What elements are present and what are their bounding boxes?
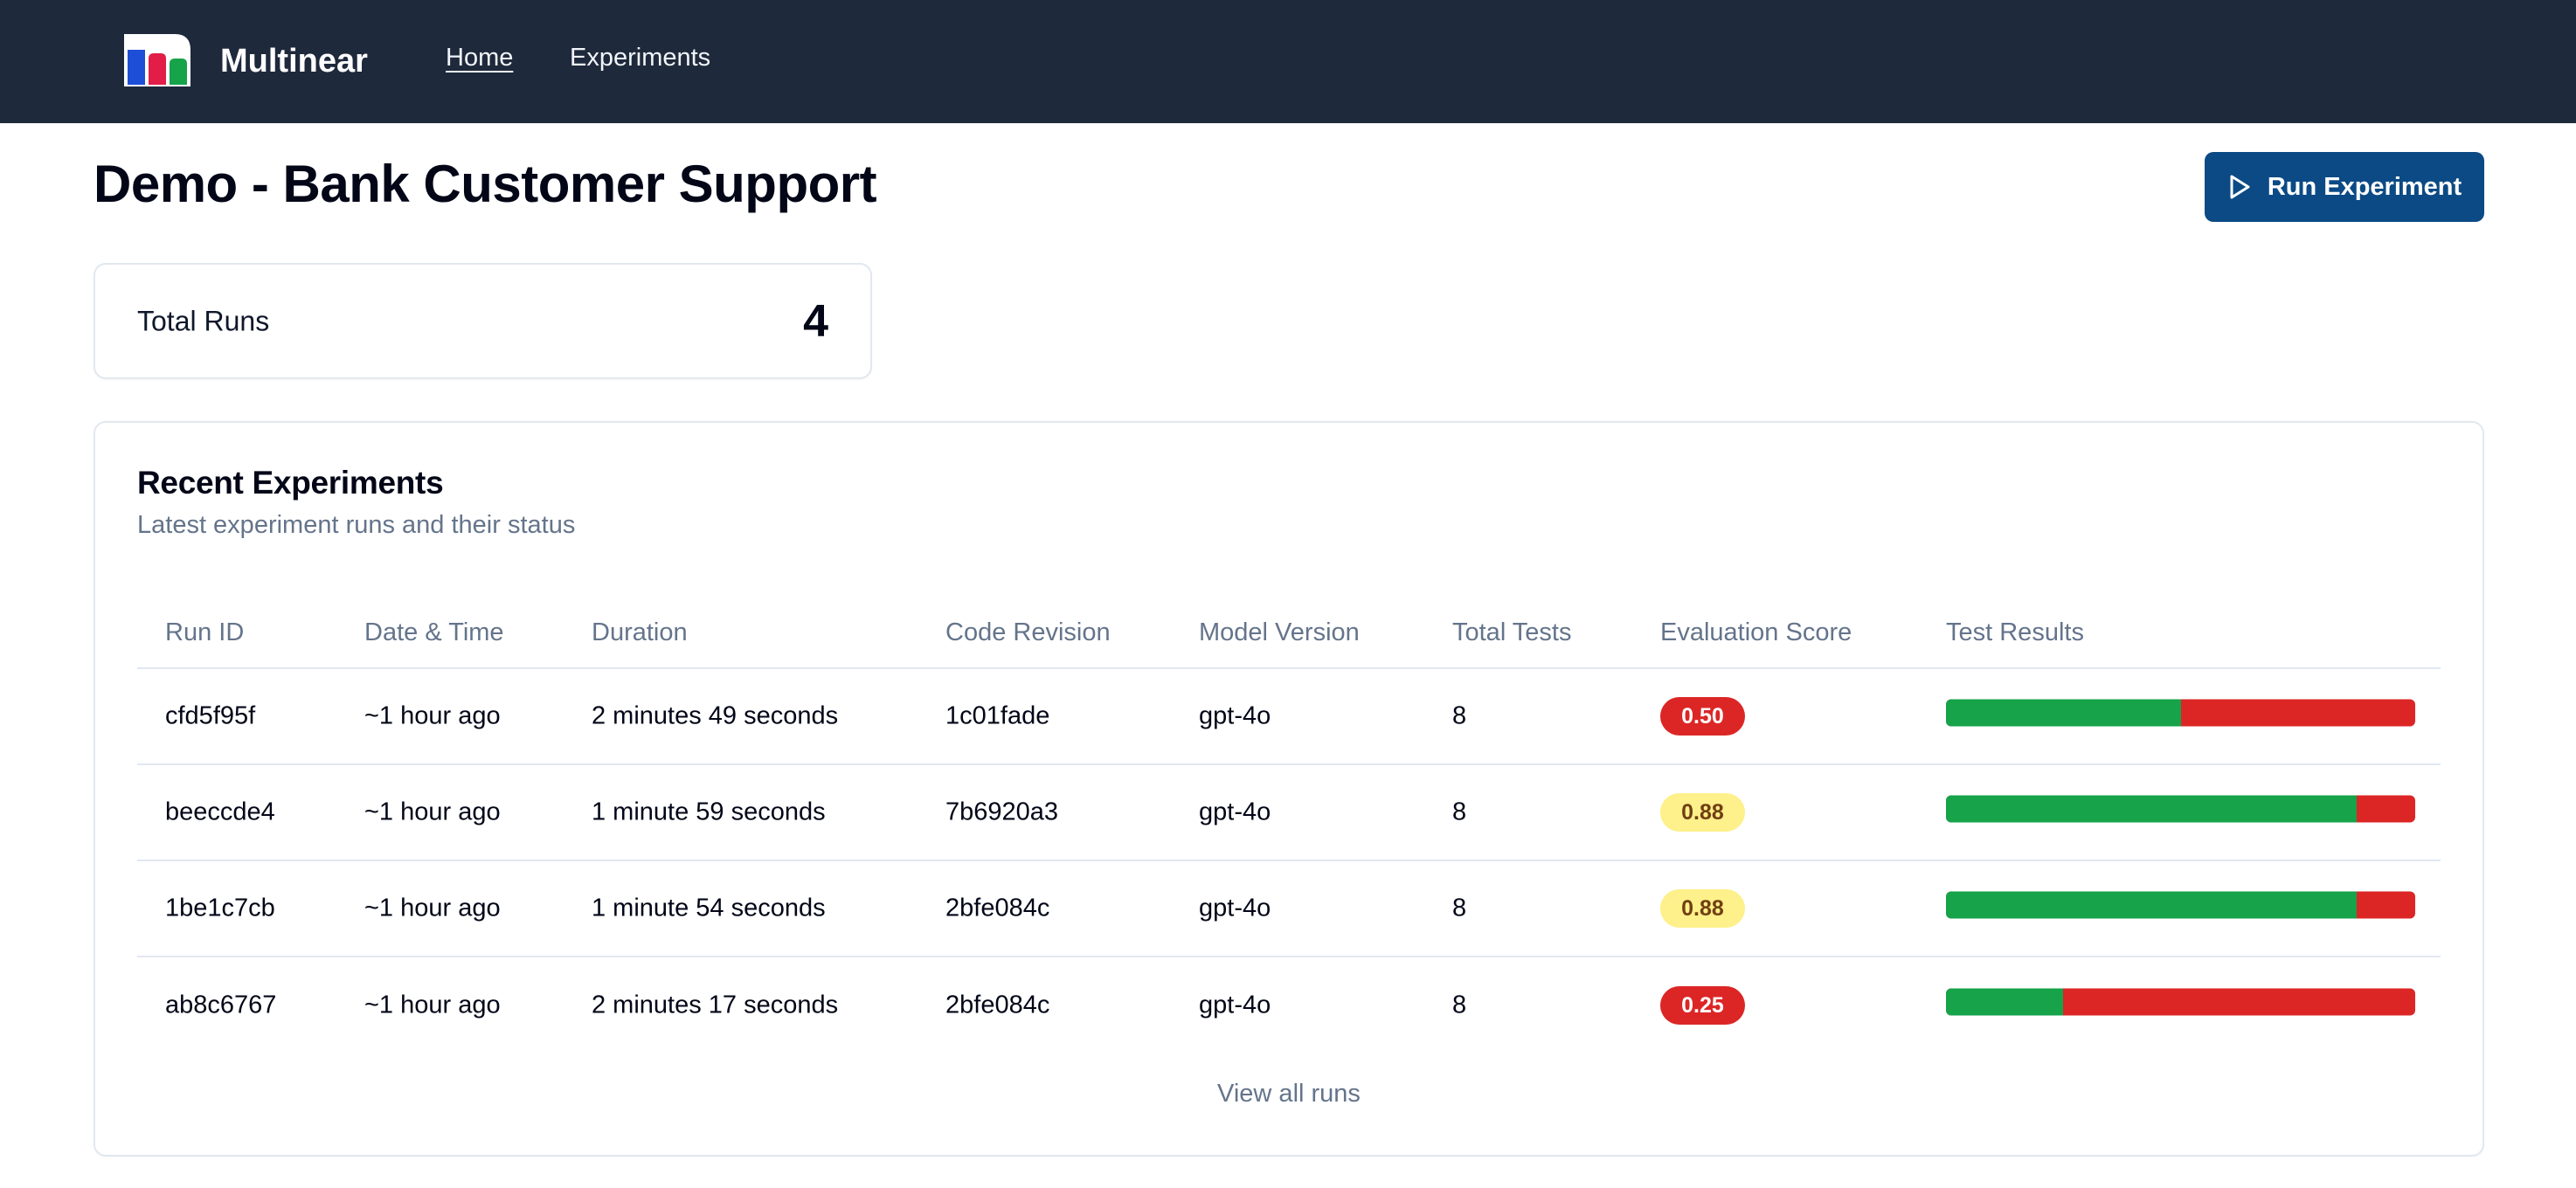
- total-tests-cell: 8: [1452, 991, 1467, 1019]
- model-version-cell: gpt-4o: [1199, 798, 1271, 826]
- table-header: Run ID Date & Time Duration Code Revisio…: [137, 597, 2441, 669]
- date-cell: ~1 hour ago: [364, 894, 501, 922]
- duration-cell: 1 minute 59 seconds: [592, 798, 826, 826]
- total-runs-card: Total Runs 4: [93, 263, 872, 379]
- score-badge: 0.25: [1660, 986, 1745, 1025]
- view-all-runs-link[interactable]: View all runs: [1217, 1080, 1361, 1108]
- total-tests-cell: 8: [1452, 894, 1467, 922]
- score-cell: 0.50: [1660, 697, 1745, 736]
- column-header-duration: Duration: [592, 618, 688, 646]
- duration-cell: 2 minutes 17 seconds: [592, 991, 839, 1019]
- view-all-runs-container: View all runs: [95, 1080, 2483, 1109]
- code-revision-cell: 7b6920a3: [945, 798, 1059, 826]
- score-badge: 0.88: [1660, 793, 1745, 832]
- score-cell: 0.88: [1660, 889, 1745, 928]
- code-revision-cell: 2bfe084c: [945, 991, 1050, 1019]
- recent-experiments-subtitle: Latest experiment runs and their status: [137, 511, 576, 539]
- duration-cell: 2 minutes 49 seconds: [592, 701, 839, 730]
- model-version-cell: gpt-4o: [1199, 991, 1271, 1019]
- table-row[interactable]: 1be1c7cb ~1 hour ago 1 minute 54 seconds…: [137, 861, 2441, 957]
- score-badge: 0.50: [1660, 697, 1745, 736]
- column-header-model-version: Model Version: [1199, 618, 1360, 646]
- brand[interactable]: Multinear: [121, 31, 368, 91]
- date-cell: ~1 hour ago: [364, 798, 501, 826]
- test-results-pass-fill: [1946, 891, 2357, 919]
- date-cell: ~1 hour ago: [364, 991, 501, 1019]
- table-row[interactable]: ab8c6767 ~1 hour ago 2 minutes 17 second…: [137, 957, 2441, 1053]
- test-results-bar: [1946, 699, 2415, 727]
- table-row[interactable]: cfd5f95f ~1 hour ago 2 minutes 49 second…: [137, 669, 2441, 765]
- total-runs-label: Total Runs: [137, 305, 270, 336]
- multinear-logo: [124, 34, 190, 86]
- experiments-table: Run ID Date & Time Duration Code Revisio…: [137, 597, 2441, 1053]
- nav-link-experiments[interactable]: Experiments: [570, 44, 710, 73]
- brand-name: Multinear: [220, 42, 368, 79]
- table-row[interactable]: beeccde4 ~1 hour ago 1 minute 59 seconds…: [137, 765, 2441, 861]
- code-revision-cell: 1c01fade: [945, 701, 1050, 730]
- total-tests-cell: 8: [1452, 798, 1467, 826]
- duration-cell: 1 minute 54 seconds: [592, 894, 826, 922]
- date-cell: ~1 hour ago: [364, 701, 501, 730]
- score-badge: 0.88: [1660, 889, 1745, 928]
- test-results-bar: [1946, 891, 2415, 919]
- play-icon: [2230, 175, 2250, 199]
- run-id-cell: 1be1c7cb: [165, 894, 275, 922]
- column-header-run-id: Run ID: [165, 618, 245, 646]
- run-experiment-label: Run Experiment: [2267, 172, 2462, 201]
- run-id-cell: beeccde4: [165, 798, 275, 826]
- column-header-test-results: Test Results: [1946, 618, 2084, 646]
- column-header-evaluation-score: Evaluation Score: [1660, 618, 1852, 646]
- recent-experiments-card: Recent Experiments Latest experiment run…: [93, 421, 2484, 1157]
- code-revision-cell: 2bfe084c: [945, 894, 1050, 922]
- nav-link-home[interactable]: Home: [446, 44, 513, 73]
- total-tests-cell: 8: [1452, 701, 1467, 730]
- run-id-cell: ab8c6767: [165, 991, 277, 1019]
- test-results-bar: [1946, 795, 2415, 823]
- top-navbar: Multinear Home Experiments: [0, 0, 2576, 123]
- test-results-pass-fill: [1946, 795, 2357, 823]
- recent-experiments-title: Recent Experiments: [137, 465, 444, 501]
- column-header-total-tests: Total Tests: [1452, 618, 1572, 646]
- test-results-bar: [1946, 988, 2415, 1016]
- model-version-cell: gpt-4o: [1199, 894, 1271, 922]
- run-id-cell: cfd5f95f: [165, 701, 256, 730]
- total-runs-value: 4: [803, 295, 828, 347]
- column-header-code-revision: Code Revision: [945, 618, 1111, 646]
- column-header-date-time: Date & Time: [364, 618, 504, 646]
- model-version-cell: gpt-4o: [1199, 701, 1271, 730]
- test-results-pass-fill: [1946, 988, 2064, 1016]
- page-title: Demo - Bank Customer Support: [93, 155, 877, 213]
- test-results-pass-fill: [1946, 699, 2181, 727]
- score-cell: 0.88: [1660, 793, 1745, 832]
- run-experiment-button[interactable]: Run Experiment: [2205, 152, 2484, 222]
- score-cell: 0.25: [1660, 986, 1745, 1025]
